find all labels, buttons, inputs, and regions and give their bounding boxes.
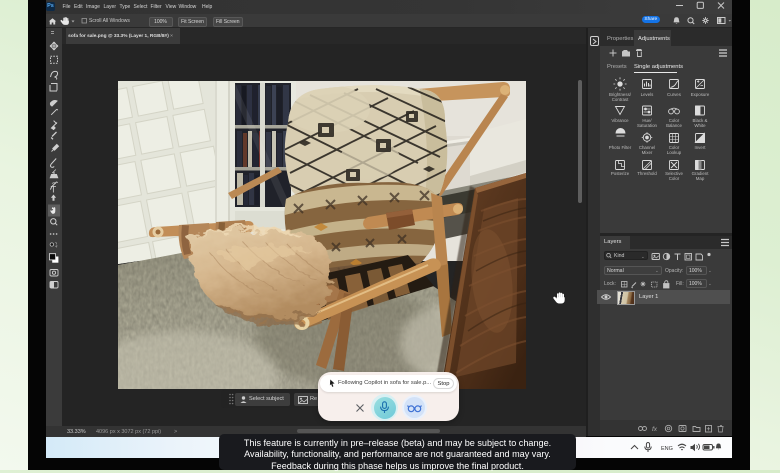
svg-text:ENG: ENG: [661, 446, 673, 452]
svg-text:fx: fx: [652, 426, 658, 433]
svg-text:T: T: [51, 185, 57, 195]
